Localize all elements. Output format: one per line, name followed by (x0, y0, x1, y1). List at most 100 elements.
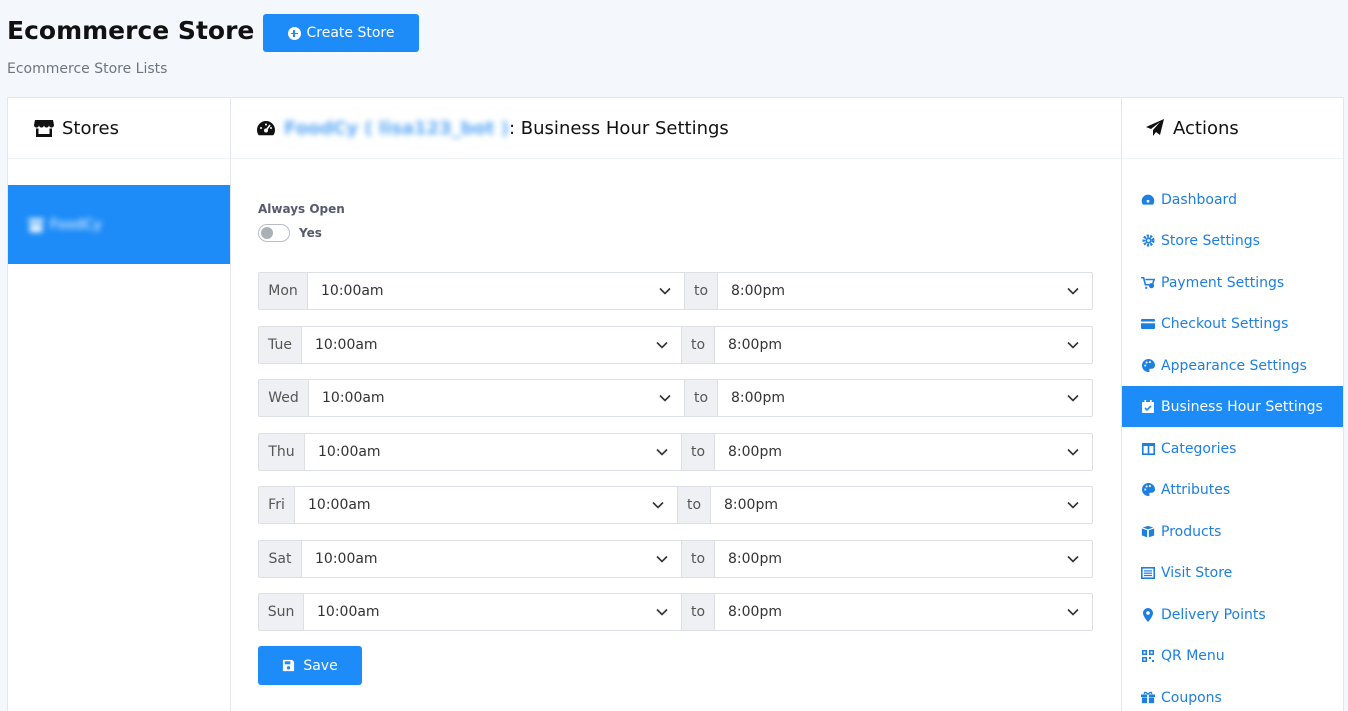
to-label: to (681, 594, 715, 630)
action-products[interactable]: Products (1122, 511, 1343, 552)
open-time-select[interactable]: 10:00am (295, 487, 677, 523)
action-label: Attributes (1161, 481, 1231, 498)
action-coupons[interactable]: Coupons (1122, 677, 1343, 711)
action-payment-settings[interactable]: Payment Settings (1122, 262, 1343, 303)
action-label: Visit Store (1161, 564, 1233, 581)
stores-header: Stores (8, 98, 230, 159)
action-label: Categories (1161, 440, 1237, 457)
day-label: Sat (259, 541, 302, 577)
action-visit-store[interactable]: Visit Store (1122, 552, 1343, 593)
hour-row-fri: Fri 10:00am to 8:00pm (258, 486, 1093, 524)
credit-card-icon (1141, 318, 1155, 330)
open-time-value: 10:00am (317, 604, 380, 620)
open-time-value: 10:00am (315, 551, 378, 567)
save-button[interactable]: Save (258, 646, 362, 685)
save-label: Save (303, 657, 338, 674)
box-icon (1141, 525, 1155, 538)
store-icon (28, 218, 44, 232)
close-time-select[interactable]: 8:00pm (718, 380, 1092, 416)
action-dashboard[interactable]: Dashboard (1122, 179, 1343, 220)
action-label: Appearance Settings (1161, 357, 1307, 374)
hour-row-sun: Sun 10:00am to 8:00pm (258, 593, 1093, 631)
action-label: Dashboard (1161, 191, 1237, 208)
day-label: Fri (259, 487, 295, 523)
to-label: to (684, 273, 718, 309)
close-time-select[interactable]: 8:00pm (715, 434, 1092, 470)
gear-icon (1141, 234, 1155, 247)
palette-icon (1141, 359, 1155, 372)
tachometer-icon (256, 120, 276, 136)
open-time-value: 10:00am (318, 444, 381, 460)
store-list-item[interactable]: FoodCy (8, 185, 230, 264)
gift-icon (1141, 691, 1155, 704)
page-subtitle: Ecommerce Store Lists (7, 61, 168, 77)
toggle-knob (261, 227, 273, 239)
chevron-down-icon (1067, 608, 1079, 616)
close-time-select[interactable]: 8:00pm (715, 541, 1092, 577)
action-store-settings[interactable]: Store Settings (1122, 220, 1343, 261)
create-store-label: Create Store (306, 25, 395, 41)
action-label: QR Menu (1161, 647, 1225, 664)
chevron-down-icon (656, 555, 668, 563)
close-time-select[interactable]: 8:00pm (715, 594, 1092, 630)
open-time-value: 10:00am (321, 283, 384, 299)
to-label: to (684, 380, 718, 416)
action-label: Checkout Settings (1161, 315, 1289, 332)
calendar-check-icon (1141, 400, 1155, 413)
stores-title: Stores (62, 117, 119, 139)
action-attributes[interactable]: Attributes (1122, 469, 1343, 510)
action-checkout-settings[interactable]: Checkout Settings (1122, 303, 1343, 344)
actions-panel: Actions Dashboard Store Settings Payment S… (1121, 97, 1344, 711)
day-label: Mon (259, 273, 308, 309)
save-icon (283, 659, 295, 672)
to-label: to (677, 487, 711, 523)
day-label: Wed (259, 380, 309, 416)
action-categories[interactable]: Categories (1122, 428, 1343, 469)
paper-plane-icon (1146, 119, 1165, 137)
chevron-down-icon (1067, 287, 1079, 295)
business-hours-header: FoodCy ( lisa123_bot ) : Business Hour S… (231, 98, 1121, 159)
day-label: Sun (259, 594, 304, 630)
list-alt-icon (1141, 566, 1155, 579)
chevron-down-icon (1067, 555, 1079, 563)
close-time-value: 8:00pm (724, 497, 778, 513)
map-marker-icon (1141, 607, 1155, 622)
close-time-select[interactable]: 8:00pm (715, 327, 1092, 363)
always-open-toggle[interactable] (258, 224, 290, 242)
always-open-label: Always Open (258, 202, 345, 216)
open-time-select[interactable]: 10:00am (305, 434, 681, 470)
open-time-select[interactable]: 10:00am (302, 541, 681, 577)
action-qr-menu[interactable]: QR Menu (1122, 635, 1343, 676)
hour-row-wed: Wed 10:00am to 8:00pm (258, 379, 1093, 417)
chevron-down-icon (659, 287, 671, 295)
chevron-down-icon (1067, 448, 1079, 456)
store-item-label: FoodCy (50, 216, 102, 233)
to-label: to (681, 434, 715, 470)
business-hours-panel: FoodCy ( lisa123_bot ) : Business Hour S… (230, 97, 1122, 711)
chevron-down-icon (1067, 394, 1079, 402)
open-time-value: 10:00am (315, 337, 378, 353)
qrcode-icon (1141, 649, 1155, 662)
toggle-yes-label: Yes (299, 226, 322, 240)
action-delivery-points[interactable]: Delivery Points (1122, 594, 1343, 635)
hour-row-tue: Tue 10:00am to 8:00pm (258, 326, 1093, 364)
hour-row-sat: Sat 10:00am to 8:00pm (258, 540, 1093, 578)
chevron-down-icon (1067, 341, 1079, 349)
actions-header: Actions (1122, 98, 1343, 159)
action-label: Delivery Points (1161, 606, 1266, 623)
plus-circle-icon (287, 26, 301, 40)
action-appearance-settings[interactable]: Appearance Settings (1122, 345, 1343, 386)
close-time-value: 8:00pm (731, 283, 785, 299)
open-time-select[interactable]: 10:00am (304, 594, 681, 630)
action-business-hour-settings[interactable]: Business Hour Settings (1122, 386, 1343, 427)
open-time-select[interactable]: 10:00am (302, 327, 681, 363)
close-time-select[interactable]: 8:00pm (711, 487, 1092, 523)
open-time-select[interactable]: 10:00am (308, 273, 684, 309)
chevron-down-icon (656, 608, 668, 616)
create-store-button[interactable]: Create Store (263, 14, 419, 52)
day-label: Tue (259, 327, 302, 363)
to-label: to (681, 541, 715, 577)
close-time-select[interactable]: 8:00pm (718, 273, 1092, 309)
open-time-select[interactable]: 10:00am (309, 380, 684, 416)
chevron-down-icon (659, 394, 671, 402)
